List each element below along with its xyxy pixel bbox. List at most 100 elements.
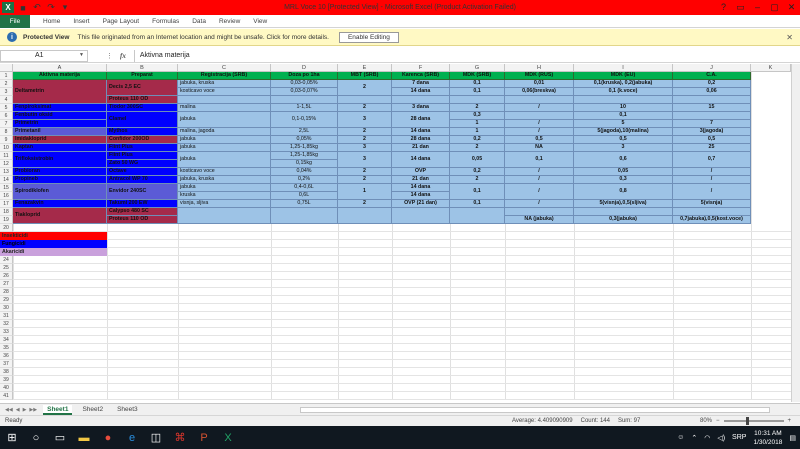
table-cell[interactable]: 0,03-0,07% — [271, 88, 338, 96]
table-cell[interactable]: / — [505, 120, 574, 128]
chevron-up-icon[interactable]: ⌃ — [691, 434, 697, 442]
row-header[interactable]: 7 — [0, 120, 13, 128]
row-header[interactable]: 31 — [0, 312, 13, 320]
table-cell[interactable]: 14 dana — [392, 192, 450, 200]
table-cell[interactable]: 0,1 — [574, 112, 673, 120]
table-cell[interactable]: OVP — [392, 168, 450, 176]
table-cell[interactable]: 1 — [450, 128, 505, 136]
row-header[interactable]: 5 — [0, 104, 13, 112]
sheet-tab-sheet1[interactable]: Sheet1 — [43, 404, 73, 415]
clock[interactable]: 10:31 AM 1/30/2018 — [753, 429, 782, 447]
table-cell[interactable]: 0,06 — [673, 88, 751, 96]
table-cell[interactable] — [673, 96, 751, 104]
table-cell[interactable]: Zato 50 WG — [107, 160, 178, 168]
horizontal-scrollbar[interactable] — [300, 407, 770, 413]
help-button[interactable]: ? — [715, 0, 732, 15]
table-cell[interactable]: 0,1 — [450, 184, 505, 200]
insert-function-icon[interactable]: fx — [120, 52, 126, 60]
table-header-cell[interactable]: Karenca (SRB) — [392, 72, 450, 80]
tab-file[interactable]: File — [0, 14, 30, 28]
table-cell[interactable]: Takumi 200 EW — [107, 200, 178, 208]
table-cell[interactable]: 3 — [338, 144, 392, 152]
table-cell[interactable]: 0,3 — [574, 176, 673, 184]
table-cell[interactable]: 0,2 — [673, 80, 751, 88]
column-header-i[interactable]: I — [574, 64, 673, 72]
table-cell[interactable]: 0,1(kruska), 0,2(jabuka) — [574, 80, 673, 88]
table-header-cell[interactable]: MBT (SRB) — [338, 72, 392, 80]
row-header[interactable]: 25 — [0, 264, 13, 272]
acrobat-icon[interactable]: ⌘ — [168, 426, 192, 449]
column-header-g[interactable]: G — [450, 64, 505, 72]
row-header[interactable]: 8 — [0, 128, 13, 136]
table-cell[interactable]: / — [673, 184, 751, 200]
table-cell[interactable]: 2 — [338, 80, 392, 96]
table-cell[interactable]: 3 — [574, 144, 673, 152]
name-box[interactable]: A1 ▼ — [0, 49, 88, 62]
enable-editing-button[interactable]: Enable Editing — [338, 31, 399, 43]
redo-icon[interactable]: ↷ — [46, 2, 56, 13]
table-cell[interactable] — [450, 208, 505, 224]
table-cell[interactable] — [338, 208, 392, 224]
row-header[interactable]: 40 — [0, 384, 13, 392]
table-cell[interactable]: 0,1 — [450, 80, 505, 88]
row-header[interactable]: 36 — [0, 352, 13, 360]
column-header-a[interactable]: A — [13, 64, 107, 72]
column-header-h[interactable]: H — [505, 64, 574, 72]
table-cell[interactable]: 0,03-0,05% — [271, 80, 338, 88]
table-cell[interactable]: 1 — [338, 184, 392, 200]
table-cell[interactable]: kruska — [178, 192, 271, 200]
table-cell[interactable]: Decis 2,5 EC — [107, 80, 178, 96]
row-header[interactable]: 10 — [0, 144, 13, 152]
table-cell[interactable]: 2 — [338, 168, 392, 176]
table-cell[interactable]: 1,25-1,85kg — [271, 152, 338, 160]
table-cell[interactable]: / — [505, 128, 574, 136]
table-cell[interactable]: jabuka, kruska — [178, 80, 271, 88]
table-cell[interactable]: 2 — [338, 200, 392, 208]
maximize-button[interactable]: ▢ — [766, 0, 783, 15]
table-cell[interactable]: visnja, sljiva — [178, 200, 271, 208]
table-cell[interactable]: OVP (21 dan) — [392, 200, 450, 208]
protected-view-message[interactable]: This file originated from an Internet lo… — [77, 34, 328, 41]
tab-data[interactable]: Data — [192, 18, 206, 25]
table-cell[interactable]: 21 dan — [392, 176, 450, 184]
tab-insert[interactable]: Insert — [73, 18, 89, 25]
table-cell[interactable]: / — [505, 184, 574, 200]
table-cell[interactable] — [673, 208, 751, 216]
table-cell[interactable]: 5(visnja),0,5(sljiva) — [574, 200, 673, 208]
table-cell[interactable] — [271, 208, 338, 224]
table-cell[interactable] — [338, 96, 392, 104]
table-cell[interactable]: jabuka — [178, 144, 271, 152]
table-cell[interactable]: / — [673, 176, 751, 184]
row-header[interactable]: 33 — [0, 328, 13, 336]
row-header[interactable]: 41 — [0, 392, 13, 400]
language-indicator[interactable]: SRP — [732, 434, 746, 441]
table-cell[interactable]: 14 dana — [392, 128, 450, 136]
sheet-tab-sheet2[interactable]: Sheet2 — [78, 405, 107, 415]
edge-icon[interactable]: e — [120, 426, 144, 449]
row-header[interactable]: 1 — [0, 72, 13, 80]
volume-icon[interactable]: ◁) — [717, 434, 725, 442]
table-header-cell[interactable]: Preparat — [107, 72, 178, 80]
table-header-cell[interactable]: MDK (RUS) — [505, 72, 574, 80]
table-cell[interactable] — [271, 96, 338, 104]
row-header[interactable]: 34 — [0, 336, 13, 344]
table-cell[interactable]: jabuka — [178, 184, 271, 192]
row-header[interactable]: 13 — [0, 168, 13, 176]
tab-home[interactable]: Home — [43, 18, 60, 25]
column-header-e[interactable]: E — [338, 64, 392, 72]
powerpoint-icon[interactable]: P — [192, 426, 216, 449]
row-header[interactable]: 26 — [0, 272, 13, 280]
table-cell[interactable]: Imidakloprid — [13, 136, 107, 144]
table-cell[interactable]: 5(jagoda),10(malina) — [574, 128, 673, 136]
table-cell[interactable] — [392, 96, 450, 104]
table-cell[interactable]: Fenbutin oksid — [13, 112, 107, 120]
table-cell[interactable]: Proteus 110 OD — [107, 96, 178, 104]
column-header-d[interactable]: D — [271, 64, 338, 72]
chevron-down-icon[interactable]: ▼ — [79, 50, 84, 61]
search-icon[interactable]: ○ — [24, 426, 48, 449]
table-cell[interactable]: 0,4-0,6L — [271, 184, 338, 192]
table-cell[interactable]: 0,01 — [505, 80, 574, 88]
table-cell[interactable]: 5(visnja) — [673, 200, 751, 208]
zoom-level[interactable]: 80% — [700, 418, 712, 424]
table-cell[interactable]: Primetrin — [13, 120, 107, 128]
